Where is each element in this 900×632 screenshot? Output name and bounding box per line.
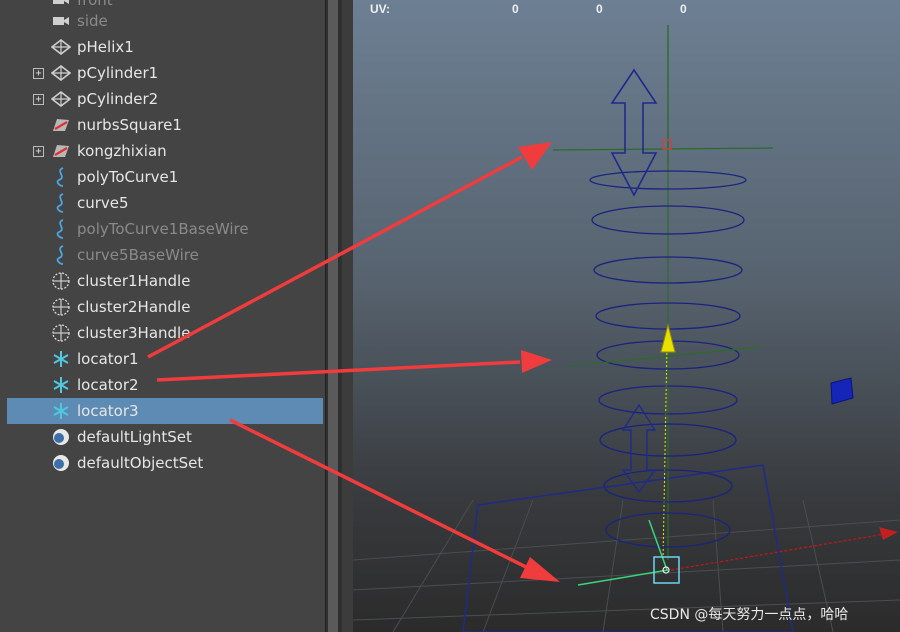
- helix-center-line: [662, 344, 668, 561]
- outliner-item-label: cluster2Handle: [77, 298, 191, 316]
- outliner-item-label: curve5: [77, 194, 129, 212]
- outliner-item-label: polyToCurve1: [77, 168, 179, 186]
- curve-icon: [51, 219, 71, 239]
- outliner-item-label: polyToCurve1BaseWire: [77, 220, 249, 238]
- curve-icon: [51, 167, 71, 187]
- outliner-item-label: kongzhixian: [77, 142, 167, 160]
- outliner-item-nurbsSquare1[interactable]: nurbsSquare1: [0, 112, 325, 138]
- curve-icon: [51, 245, 71, 265]
- curve-icon: [51, 193, 71, 213]
- expand-toggle-icon[interactable]: +: [33, 145, 44, 157]
- mesh-icon: [51, 63, 71, 83]
- expand-toggle-icon[interactable]: +: [33, 67, 44, 79]
- camera-icon: [51, 11, 71, 31]
- outliner-item-cluster2Handle[interactable]: cluster2Handle: [0, 294, 325, 320]
- outliner-item-label: defaultLightSet: [77, 428, 192, 446]
- outliner-item-label: curve5BaseWire: [77, 246, 199, 264]
- cluster-handle-marker[interactable]: [662, 139, 672, 150]
- outliner-item-pHelix1[interactable]: pHelix1: [0, 34, 325, 60]
- outliner-item-label: side: [77, 12, 108, 30]
- outliner-item-locator2[interactable]: locator2: [0, 372, 325, 398]
- nurbs-curve-icon: [51, 115, 71, 135]
- expand-toggle-icon[interactable]: +: [33, 93, 44, 105]
- locator-icon: [51, 349, 71, 369]
- outliner-item-label: locator1: [77, 350, 139, 368]
- outliner-item-polyToCurve1BaseWire[interactable]: polyToCurve1BaseWire: [0, 216, 325, 242]
- outliner-item-label: nurbsSquare1: [77, 116, 182, 134]
- y-axis-green: [648, 519, 668, 571]
- scrollbar-thumb[interactable]: [328, 0, 338, 632]
- x-axis-arrow-icon[interactable]: [879, 527, 898, 540]
- outliner-item-side[interactable]: side: [0, 8, 325, 34]
- outliner-scrollbar[interactable]: [325, 0, 342, 632]
- outliner-item-cluster3Handle[interactable]: cluster3Handle: [0, 320, 325, 346]
- up-down-arrow-top[interactable]: [610, 68, 658, 197]
- cluster-icon: [51, 323, 71, 343]
- outliner-item-kongzhixian[interactable]: + kongzhixian: [0, 138, 325, 164]
- outliner-item-curve5[interactable]: curve5: [0, 190, 325, 216]
- outliner-item-polyToCurve1[interactable]: polyToCurve1: [0, 164, 325, 190]
- viewport-3d[interactable]: UV: 0 0 0: [353, 0, 900, 632]
- outliner-item-curve5BaseWire[interactable]: curve5BaseWire: [0, 242, 325, 268]
- outliner-item-label: pHelix1: [77, 38, 134, 56]
- outliner-item-label: pCylinder2: [77, 90, 159, 108]
- nurbs-curve-icon: [51, 141, 71, 161]
- cylinder-object[interactable]: [830, 377, 854, 405]
- mesh-icon: [51, 37, 71, 57]
- watermark-text: CSDN @每天努力一点点，哈哈: [650, 607, 849, 623]
- outliner-item-cluster1Handle[interactable]: cluster1Handle: [0, 268, 325, 294]
- outliner-item-label: cluster1Handle: [77, 272, 191, 290]
- outliner-item-locator1[interactable]: locator1: [0, 346, 325, 372]
- set-icon: [51, 427, 71, 447]
- panel-divider[interactable]: [342, 0, 353, 632]
- outliner-item-label: cluster3Handle: [77, 324, 191, 342]
- up-down-arrow-bottom[interactable]: [621, 403, 657, 494]
- outliner-item-label: defaultObjectSet: [77, 454, 204, 472]
- outliner-panel: front side pHelix1 + pCylinder1 + pCylinder2 n…: [0, 0, 325, 632]
- mesh-icon: [51, 89, 71, 109]
- outliner-item-label: locator2: [77, 376, 139, 394]
- outliner-item-label: locator3: [77, 402, 139, 420]
- outliner-item-pCylinder1[interactable]: + pCylinder1: [0, 60, 325, 86]
- outliner-item-pCylinder2[interactable]: + pCylinder2: [0, 86, 325, 112]
- outliner-item-label: pCylinder1: [77, 64, 159, 82]
- viewport-scene[interactable]: [353, 0, 900, 632]
- locator-icon: [51, 401, 71, 421]
- cluster-icon: [51, 271, 71, 291]
- outliner-item-defaultLightSet[interactable]: defaultLightSet: [0, 424, 325, 450]
- outliner-item-defaultObjectSet[interactable]: defaultObjectSet: [0, 450, 325, 476]
- set-icon: [51, 453, 71, 473]
- cluster-icon: [51, 297, 71, 317]
- outliner-item-locator3[interactable]: locator3: [7, 398, 323, 424]
- locator-icon: [51, 375, 71, 395]
